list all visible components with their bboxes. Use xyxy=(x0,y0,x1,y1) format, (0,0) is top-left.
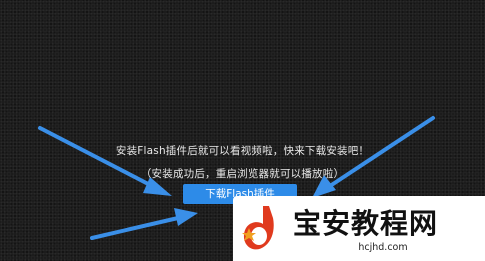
arrow-bottom-left-icon xyxy=(90,208,198,240)
install-note-text: （安装成功后，重启浏览器就可以播放啦） xyxy=(140,168,345,180)
install-prompt-text: 安装Flash插件后就可以看视频啦，快来下载安装吧！ xyxy=(115,145,370,157)
site-brand-name: 宝安教程网 xyxy=(293,207,439,240)
arrow-top-right-icon xyxy=(312,116,435,198)
arrow-top-left-icon xyxy=(38,126,172,196)
site-domain: hcjhd.com xyxy=(358,242,408,253)
site-watermark: 宝安教程网 hcjhd.com xyxy=(233,196,485,261)
site-logo-icon xyxy=(242,206,274,250)
